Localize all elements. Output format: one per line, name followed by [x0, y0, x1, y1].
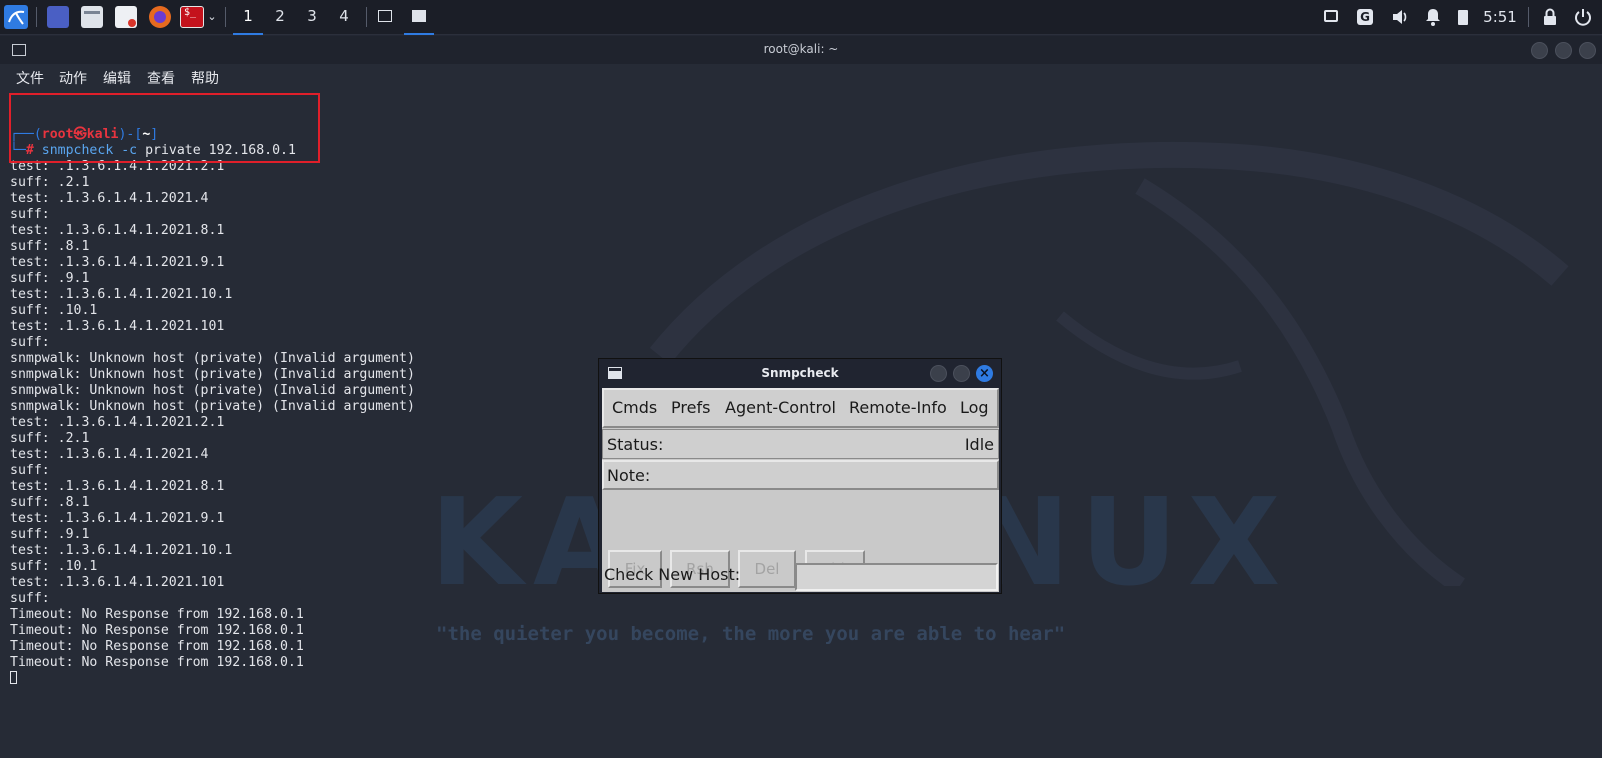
panel-separator [366, 7, 367, 27]
top-panel: $_ ⌄ 1 2 3 4 G 5:51 [0, 0, 1602, 35]
output-line: Timeout: No Response from 192.168.0.1 [10, 655, 304, 670]
status-value: Idle [964, 435, 994, 454]
maximize-button[interactable] [1555, 42, 1572, 59]
taskbar-terminal-window[interactable] [370, 0, 400, 33]
kali-menu-icon[interactable] [4, 5, 28, 29]
output-line: test: .1.3.6.1.4.1.2021.8.1 [10, 479, 225, 494]
notification-bell-icon[interactable] [1424, 7, 1442, 27]
output-line: snmpwalk: Unknown host (private) (Invali… [10, 399, 415, 414]
output-line: suff: [10, 207, 50, 222]
terminal-cursor [10, 671, 17, 684]
output-line: test: .1.3.6.1.4.1.2021.9.1 [10, 511, 225, 526]
snmpcheck-window[interactable]: Snmpcheck × Cmds Prefs Agent-Control Rem… [598, 358, 1002, 594]
snmpcheck-titlebar[interactable]: Snmpcheck × [599, 359, 1001, 387]
show-desktop-icon[interactable] [47, 6, 69, 28]
output-line: snmpwalk: Unknown host (private) (Invali… [10, 383, 415, 398]
workspace-3[interactable]: 3 [297, 0, 327, 33]
snmpcheck-maximize-button[interactable] [953, 365, 970, 382]
output-line: test: .1.3.6.1.4.1.2021.101 [10, 575, 225, 590]
taskbar-snmpcheck-window[interactable] [404, 0, 434, 35]
note-label: Note: [607, 466, 651, 485]
output-line: test: .1.3.6.1.4.1.2021.10.1 [10, 543, 233, 558]
output-line: suff: .2.1 [10, 175, 90, 190]
panel-separator [36, 7, 37, 27]
output-line: suff: [10, 591, 50, 606]
menu-agent-control[interactable]: Agent-Control [725, 398, 836, 417]
window-title: root@kali: ~ [763, 42, 839, 56]
output-line: test: .1.3.6.1.4.1.2021.2.1 [10, 415, 225, 430]
output-line: test: .1.3.6.1.4.1.2021.4 [10, 191, 209, 206]
close-button[interactable] [1579, 42, 1596, 59]
command-output-lines: test: .1.3.6.1.4.1.2021.2.1 suff: .2.1 t… [10, 159, 415, 670]
firefox-icon[interactable] [149, 6, 171, 28]
menu-remote-info[interactable]: Remote-Info [849, 398, 947, 417]
output-line: snmpwalk: Unknown host (private) (Invali… [10, 367, 415, 382]
text-editor-icon[interactable] [115, 6, 137, 28]
volume-icon[interactable] [1390, 7, 1410, 27]
workspace-1[interactable]: 1 [233, 0, 263, 35]
g-app-icon[interactable]: G [1356, 7, 1374, 27]
del-button[interactable]: Del [738, 550, 796, 588]
lock-icon[interactable] [1542, 7, 1558, 27]
note-row: Note: [602, 460, 999, 490]
menu-edit[interactable]: 编辑 [103, 68, 131, 88]
chevron-down-icon[interactable]: ⌄ [205, 6, 219, 28]
output-line: suff: [10, 463, 50, 478]
snmpcheck-menubar: Cmds Prefs Agent-Control Remote-Info Log [602, 388, 999, 428]
status-row: Status: Idle [602, 429, 999, 459]
check-new-host-label: Check New Host: [604, 565, 741, 584]
output-line: Timeout: No Response from 192.168.0.1 [10, 639, 304, 654]
snmpcheck-close-button[interactable]: × [976, 365, 993, 382]
highlight-annotation-box [9, 93, 320, 163]
menu-log[interactable]: Log [960, 398, 989, 417]
menu-prefs[interactable]: Prefs [671, 398, 710, 417]
output-line: test: .1.3.6.1.4.1.2021.10.1 [10, 287, 233, 302]
output-line: suff: [10, 335, 50, 350]
output-line: suff: .9.1 [10, 527, 90, 542]
clock[interactable]: 5:51 [1482, 7, 1518, 27]
output-line: suff: .2.1 [10, 431, 90, 446]
output-line: Timeout: No Response from 192.168.0.1 [10, 607, 304, 622]
kali-motto-watermark: "the quieter you become, the more you ar… [436, 623, 1066, 645]
terminal-output[interactable]: ┌──(root㉿kali)-[~] └─# snmpcheck -c priv… [10, 127, 415, 687]
menu-action[interactable]: 动作 [59, 68, 87, 88]
output-line: suff: .8.1 [10, 495, 90, 510]
output-line: snmpwalk: Unknown host (private) (Invali… [10, 351, 415, 366]
output-line: suff: .9.1 [10, 271, 90, 286]
workspace-4[interactable]: 4 [329, 0, 359, 33]
minimize-button[interactable] [1531, 42, 1548, 59]
terminal-launcher-icon[interactable]: $_ [180, 6, 204, 28]
workspace-2[interactable]: 2 [265, 0, 295, 33]
power-icon[interactable] [1574, 7, 1592, 27]
menu-help[interactable]: 帮助 [191, 68, 219, 88]
menu-view[interactable]: 查看 [147, 68, 175, 88]
output-line: Timeout: No Response from 192.168.0.1 [10, 623, 304, 638]
output-line: test: .1.3.6.1.4.1.2021.4 [10, 447, 209, 462]
panel-separator [1528, 7, 1529, 27]
status-label: Status: [607, 435, 664, 454]
snmpcheck-body: Cmds Prefs Agent-Control Remote-Info Log… [602, 388, 999, 592]
terminal-menubar: 文件 动作 编辑 查看 帮助 [0, 64, 1602, 90]
panel-separator [225, 7, 226, 27]
check-new-host-input[interactable] [795, 563, 998, 591]
network-icon[interactable] [1322, 7, 1340, 27]
output-line: test: .1.3.6.1.4.1.2021.9.1 [10, 255, 225, 270]
output-line: suff: .8.1 [10, 239, 90, 254]
menu-cmds[interactable]: Cmds [612, 398, 657, 417]
snmpcheck-minimize-button[interactable] [930, 365, 947, 382]
file-manager-icon[interactable] [81, 6, 103, 28]
battery-icon[interactable] [1456, 7, 1470, 27]
terminal-titlebar[interactable]: root@kali: ~ [0, 36, 1602, 64]
output-line: test: .1.3.6.1.4.1.2021.101 [10, 319, 225, 334]
output-line: suff: .10.1 [10, 303, 98, 318]
menu-file[interactable]: 文件 [16, 68, 44, 88]
output-line: suff: .10.1 [10, 559, 98, 574]
output-line: test: .1.3.6.1.4.1.2021.8.1 [10, 223, 225, 238]
